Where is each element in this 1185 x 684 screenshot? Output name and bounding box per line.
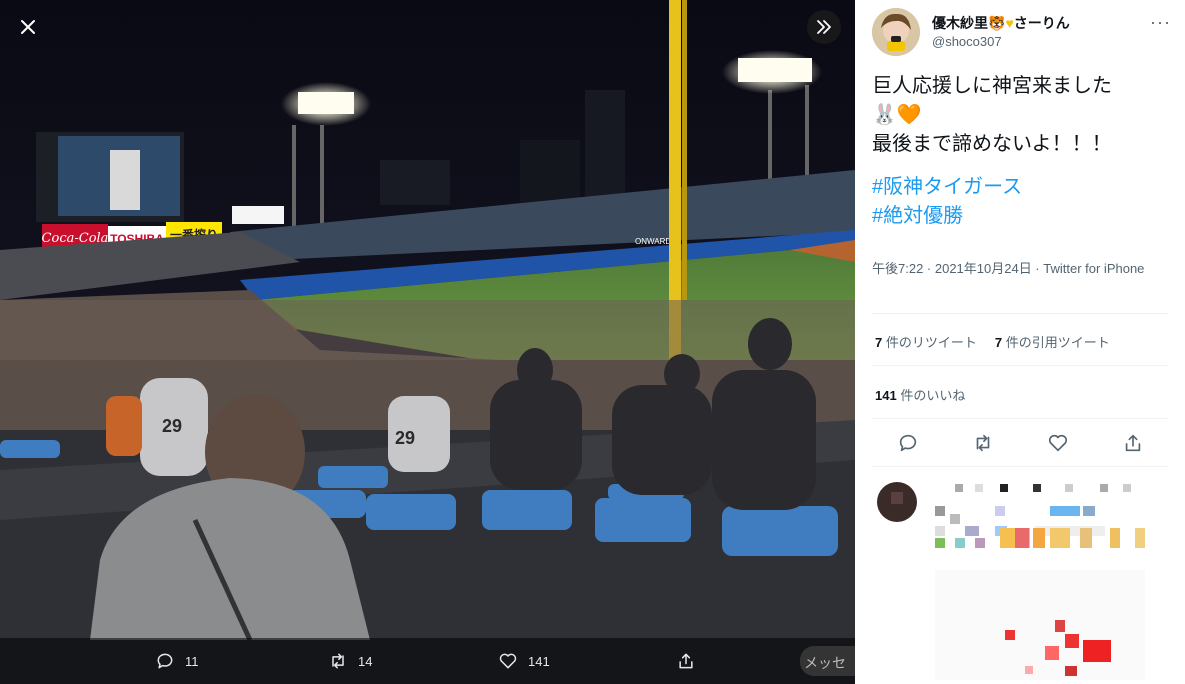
like-count: 141 bbox=[528, 653, 550, 669]
retweet-icon[interactable] bbox=[972, 432, 994, 454]
divider bbox=[872, 313, 1168, 314]
user-handle[interactable]: @shoco307 bbox=[932, 34, 1002, 49]
share-button[interactable] bbox=[676, 638, 696, 684]
media-viewer-page: Coca-Cola TOSHIBA 一番搾り ONWARD 29 29 11 1… bbox=[0, 0, 1185, 684]
stadium-photo: Coca-Cola TOSHIBA 一番搾り ONWARD 29 29 bbox=[0, 0, 855, 684]
display-name-text: 優木紗里 bbox=[932, 15, 988, 31]
retweet-button[interactable]: 14 bbox=[328, 638, 372, 684]
expand-panel-button[interactable] bbox=[807, 10, 841, 44]
retweet-count: 14 bbox=[358, 653, 373, 669]
divider bbox=[872, 418, 1168, 419]
hashtag-victory[interactable]: #絶対優勝 bbox=[872, 202, 1172, 231]
retweet-icon bbox=[332, 653, 344, 669]
reply-count: 11 bbox=[185, 653, 199, 669]
retweets-stat[interactable]: 7 件のリツイート bbox=[875, 332, 977, 351]
censored-image-pixels bbox=[935, 570, 1145, 680]
tweet-emoji-line: 🐰🧡 bbox=[872, 104, 922, 126]
share-icon bbox=[679, 653, 693, 669]
heart-icon bbox=[499, 653, 517, 669]
censored-text-pixels bbox=[935, 506, 1145, 548]
likes-count: 141 bbox=[875, 388, 897, 403]
tweet-stats-retweets: 7 件のリツイート 7 件の引用ツイート bbox=[875, 332, 1110, 351]
tweet-detail-pane: 優木紗里🐯♥さーりん @shoco307 ··· 巨人応援しに神宮来ました 🐰🧡… bbox=[855, 0, 1185, 684]
divider bbox=[872, 466, 1168, 467]
avatar[interactable] bbox=[872, 8, 920, 56]
photo-viewer: Coca-Cola TOSHIBA 一番搾り ONWARD 29 29 11 1… bbox=[0, 0, 855, 684]
messages-drawer-peek[interactable]: メッセ bbox=[800, 646, 855, 676]
jersey-number-1: 29 bbox=[162, 416, 182, 436]
quotes-label: 件の引用ツイート bbox=[1005, 335, 1110, 350]
censored-reply bbox=[877, 482, 1145, 680]
yellow-heart-icon: ♥ bbox=[1005, 15, 1014, 31]
close-button[interactable] bbox=[11, 10, 45, 44]
close-icon bbox=[21, 20, 35, 34]
tweet-line-1: 巨人応援しに神宮来ました bbox=[872, 75, 1112, 97]
quotes-count: 7 bbox=[994, 335, 1003, 350]
jersey-number-2: 29 bbox=[395, 428, 415, 448]
display-name[interactable]: 優木紗里🐯♥さーりん bbox=[932, 13, 1070, 33]
more-options-icon[interactable]: ··· bbox=[1150, 12, 1171, 33]
tweet-line-2: 最後まで諦めないよ！！！ bbox=[872, 133, 1112, 155]
censored-name-pixels bbox=[955, 484, 1131, 492]
media-action-bar: 11 14 141 bbox=[0, 638, 855, 684]
tweet-timestamp[interactable]: 午後7:22 · 2021年10月24日 · Twitter for iPhon… bbox=[872, 259, 1172, 279]
divider bbox=[872, 365, 1168, 366]
heart-icon[interactable] bbox=[1047, 432, 1069, 454]
like-button[interactable]: 141 bbox=[498, 638, 550, 684]
tweet-text: 巨人応援しに神宮来ました 🐰🧡 最後まで諦めないよ！！！ #阪神タイガース #絶… bbox=[872, 72, 1172, 231]
likes-stat[interactable]: 141 件のいいね bbox=[875, 385, 965, 404]
reply-icon[interactable] bbox=[897, 432, 919, 454]
likes-label: 件のいいね bbox=[900, 388, 966, 403]
reply-button[interactable]: 11 bbox=[155, 638, 199, 684]
retweets-count: 7 bbox=[875, 335, 883, 350]
chevron-double-right-icon bbox=[817, 20, 831, 34]
ad-onward: ONWARD bbox=[635, 237, 671, 246]
avatar-image bbox=[872, 8, 920, 56]
display-name-suffix: さーりん bbox=[1013, 15, 1070, 31]
reply-icon bbox=[157, 653, 173, 669]
tweet-action-row bbox=[855, 428, 1185, 462]
retweets-label: 件のリツイート bbox=[885, 335, 977, 350]
quotes-stat[interactable]: 7 件の引用ツイート bbox=[995, 332, 1110, 351]
hashtag-hanshin[interactable]: #阪神タイガース bbox=[872, 173, 1172, 202]
share-icon[interactable] bbox=[1122, 432, 1144, 454]
tiger-emoji-icon: 🐯 bbox=[988, 15, 1006, 31]
